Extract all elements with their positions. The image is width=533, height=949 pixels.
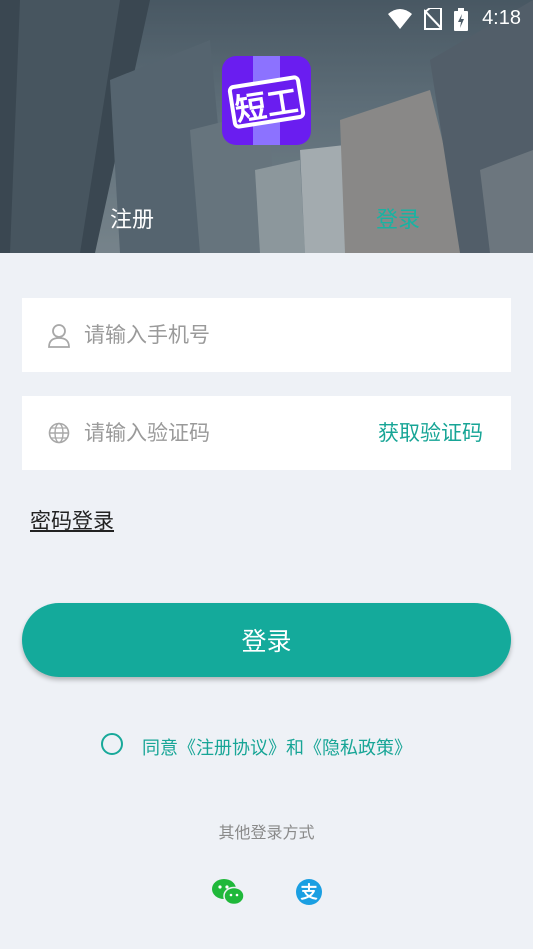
header-banner: 4:18 短工 注册 登录 — [0, 0, 533, 253]
alipay-icon[interactable]: 支 — [295, 878, 323, 906]
phone-placeholder: 请输入手机号 — [84, 323, 210, 347]
tab-login[interactable]: 登录 — [376, 202, 420, 234]
login-button[interactable]: 登录 — [22, 603, 511, 677]
agreement-text[interactable]: 同意《注册协议》和《隐私政策》 — [142, 734, 412, 760]
phone-field[interactable]: 请输入手机号 — [22, 298, 511, 372]
status-time: 4:18 — [482, 7, 521, 29]
tab-register[interactable]: 注册 — [110, 202, 154, 234]
no-sim-icon — [424, 8, 442, 30]
svg-text:支: 支 — [301, 882, 319, 903]
get-code-button[interactable]: 获取验证码 — [378, 396, 483, 470]
agreement-checkbox[interactable] — [101, 733, 123, 755]
wechat-icon[interactable] — [211, 878, 245, 906]
user-icon — [48, 324, 70, 348]
wifi-icon — [388, 9, 412, 29]
code-field[interactable]: 请输入验证码 获取验证码 — [22, 396, 511, 470]
battery-charging-icon — [454, 8, 468, 31]
other-login-title: 其他登录方式 — [218, 823, 315, 842]
globe-icon — [48, 422, 70, 444]
password-login-link[interactable]: 密码登录 — [30, 505, 114, 535]
code-placeholder: 请输入验证码 — [84, 421, 210, 445]
logo-text: 短工 — [227, 74, 306, 130]
status-bar: 4:18 — [0, 0, 533, 36]
app-logo: 短工 — [222, 56, 311, 145]
